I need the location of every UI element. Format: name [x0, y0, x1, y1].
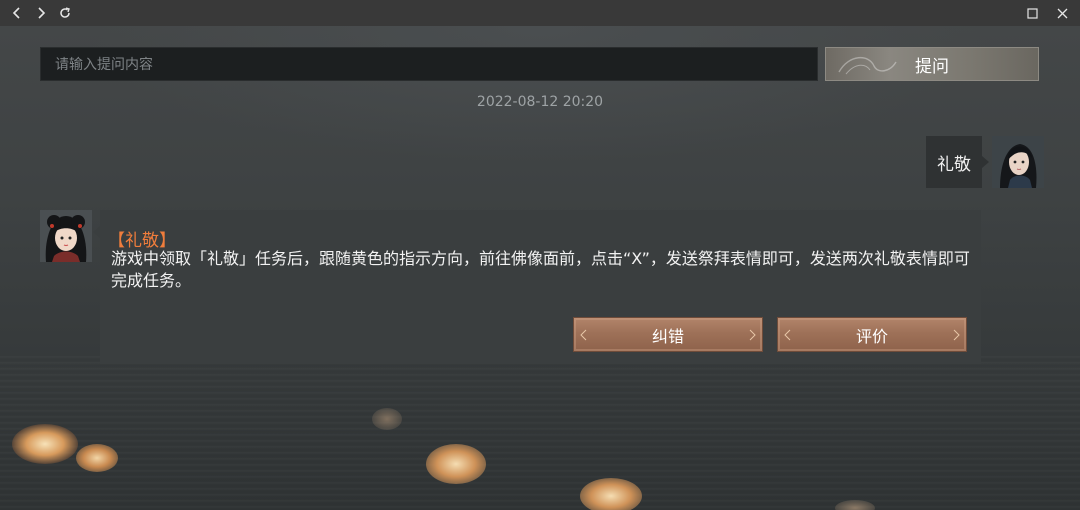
question-input[interactable] — [40, 47, 818, 81]
rate-button[interactable]: 评价 — [777, 317, 967, 352]
rate-label: 评价 — [855, 326, 888, 346]
lantern-decoration — [372, 408, 402, 430]
chevron-left-icon[interactable] — [5, 1, 29, 25]
lantern-decoration — [76, 444, 118, 472]
refresh-icon[interactable] — [53, 1, 77, 25]
lantern-decoration — [835, 500, 875, 510]
close-icon[interactable] — [1050, 1, 1074, 25]
ornament-left-icon — [784, 329, 791, 341]
lantern-decoration — [580, 478, 642, 510]
window-titlebar — [0, 0, 1080, 26]
background-water — [0, 356, 1080, 510]
ornament-right-icon — [749, 329, 756, 341]
ornament-right-icon — [953, 329, 960, 341]
chevron-right-icon[interactable] — [29, 1, 53, 25]
ask-button-label: 提问 — [915, 56, 949, 77]
answer-body: 游戏中领取「礼敬」任务后，跟随黄色的指示方向，前往佛像面前，点击“X”，发送祭拜… — [111, 249, 970, 290]
message-timestamp: 2022-08-12 20:20 — [476, 94, 604, 110]
chat-stage: 提问 2022-08-12 20:20 礼敬 【礼敬】 — [0, 26, 1080, 510]
answer-card: 【礼敬】 游戏中领取「礼敬」任务后，跟随黄色的指示方向，前往佛像面前，点击“X”… — [93, 210, 981, 364]
ask-button[interactable]: 提问 — [825, 47, 1039, 81]
maximize-icon[interactable] — [1020, 1, 1044, 25]
user-avatar — [992, 136, 1044, 188]
lantern-decoration — [426, 444, 486, 484]
swirl-ornament-icon — [838, 57, 897, 75]
assistant-avatar — [40, 210, 92, 262]
ornament-left-icon — [580, 329, 587, 341]
user-message-bubble: 礼敬 — [926, 136, 989, 188]
correct-error-label: 纠错 — [651, 326, 684, 346]
correct-error-button[interactable]: 纠错 — [573, 317, 763, 352]
lantern-decoration — [12, 424, 78, 464]
user-message-text: 礼敬 — [937, 154, 971, 175]
